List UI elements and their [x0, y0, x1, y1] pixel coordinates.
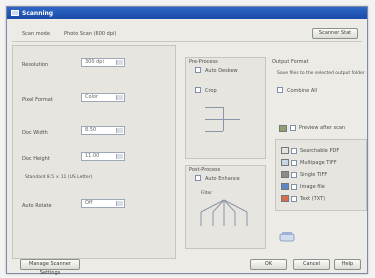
ok-button[interactable]: OK — [250, 259, 287, 270]
auto-deskew-label: Auto Deskew — [205, 68, 238, 74]
title-bar: Scanning — [7, 7, 367, 19]
doc-width-label: Doc Width — [22, 130, 48, 136]
scan-mode-row: Scan mode Photo Scan (600 dpi) Scanner S… — [12, 27, 362, 42]
manage-scanner-settings-button[interactable]: Manage Scanner Settings — [20, 259, 80, 276]
output-description: Save files to the selected output folder — [277, 71, 365, 76]
scan-dialog: Scanning Scan mode Photo Scan (600 dpi) … — [6, 6, 368, 276]
filter-tree-diagram — [200, 199, 248, 226]
preprocess-line-1 — [205, 107, 223, 108]
cancel-button[interactable]: Cancel — [293, 259, 330, 270]
output-format-title: Output Format — [272, 59, 309, 65]
preprocess-title: Pre-Process — [189, 59, 218, 65]
app-icon — [11, 10, 19, 16]
crop-checkbox[interactable] — [195, 87, 201, 93]
pixel-format-label: Pixel Format — [22, 97, 53, 103]
resolution-select[interactable]: 300 dpi — [81, 58, 125, 67]
crop-label: Crop — [205, 88, 217, 94]
scan-mode-label: Scan mode — [22, 31, 50, 37]
scanner-stat-button[interactable]: Scanner Stat — [312, 28, 358, 39]
image-file-icon — [281, 183, 289, 190]
auto-deskew-checkbox[interactable] — [195, 67, 201, 73]
format-checkbox-2[interactable] — [291, 160, 297, 166]
format-item-5: Text (TXT) — [300, 196, 326, 202]
auto-enhance-label: Auto Enhance — [205, 176, 240, 182]
auto-rotate-label: Auto Rotate — [22, 203, 52, 209]
multipage-tiff-icon — [281, 159, 289, 166]
format-item-1: Searchable PDF — [300, 148, 340, 154]
text-file-icon — [281, 195, 289, 202]
filter-label: Filter — [201, 191, 213, 196]
postprocess-title: Post-Process — [189, 167, 221, 173]
scan-mode-value[interactable]: Photo Scan (600 dpi) — [64, 31, 116, 37]
paper-size-note: Standard 8.5 × 11 (US Letter) — [25, 175, 93, 180]
format-checkbox-5[interactable] — [291, 196, 297, 202]
doc-height-label: Doc Height — [22, 156, 50, 162]
doc-width-input[interactable]: 8.50 — [81, 126, 125, 135]
preprocess-line-2 — [205, 119, 223, 120]
auto-rotate-select[interactable]: Off — [81, 199, 125, 208]
preview-checkbox[interactable] — [290, 125, 296, 131]
format-checkbox-4[interactable] — [291, 184, 297, 190]
preprocess-line-3 — [205, 131, 223, 132]
format-item-3: Single TIFF — [300, 172, 328, 178]
pdf-icon — [281, 147, 289, 154]
preview-icon — [279, 125, 287, 132]
combine-all-checkbox[interactable] — [277, 87, 283, 93]
pixel-format-select[interactable]: Color — [81, 93, 125, 102]
auto-enhance-checkbox[interactable] — [195, 175, 201, 181]
preview-label: Preview after scan — [299, 125, 346, 131]
preprocess-output-line — [224, 119, 240, 120]
format-item-4: Image file — [300, 184, 325, 190]
format-item-2: Multipage TIFF — [300, 160, 337, 166]
doc-height-input[interactable]: 11.00 — [81, 152, 125, 161]
format-checkbox-1[interactable] — [291, 148, 297, 154]
window-title: Scanning — [22, 10, 54, 17]
format-checkbox-3[interactable] — [291, 172, 297, 178]
help-button[interactable]: Help — [334, 259, 361, 270]
combine-all-label: Combine All — [287, 88, 318, 94]
single-tiff-icon — [281, 171, 289, 178]
scanner-icon — [279, 232, 295, 242]
resolution-label: Resolution — [22, 62, 49, 68]
